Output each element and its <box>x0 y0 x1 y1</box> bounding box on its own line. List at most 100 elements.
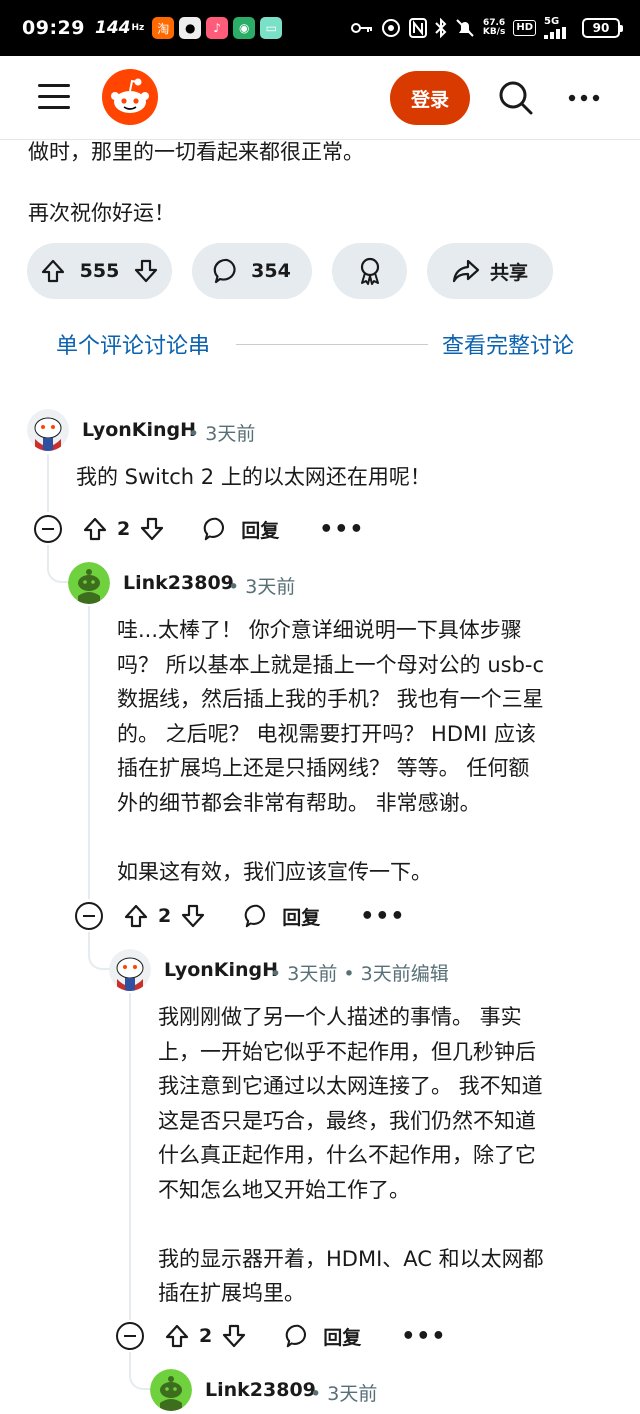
comment-icon <box>244 904 266 928</box>
reddit-logo[interactable] <box>102 69 158 125</box>
login-button[interactable]: 登录 <box>390 71 470 125</box>
notification-icons: 淘 ● ♪ ◉ ▭ <box>152 17 283 39</box>
comment-author[interactable]: LyonKingH <box>164 959 278 981</box>
downvote-icon[interactable] <box>180 903 206 929</box>
share-button[interactable]: 共享 <box>427 243 553 299</box>
comment-author[interactable]: Link23809 <box>123 572 234 594</box>
comment-line: 我刚刚做了另一个人描述的事情。 事实 <box>158 1005 522 1029</box>
comment-meta: • 3天前 <box>310 1383 378 1405</box>
upvote-icon[interactable] <box>123 903 149 929</box>
comment-action-bar: 2 回复 ••• <box>116 1316 446 1356</box>
taobao-icon: 淘 <box>152 17 175 39</box>
snoo-icon <box>111 78 149 113</box>
avatar[interactable] <box>109 949 151 991</box>
award-button[interactable] <box>332 243 407 299</box>
app-header: 登录 <box>0 56 640 140</box>
mute-bell-icon <box>456 19 474 37</box>
comment-vote-count: 2 <box>199 1325 213 1347</box>
comment-body: 我刚刚做了另一个人描述的事情。 事实 上，一开始它似乎不起作用，但几秒钟后 我注… <box>158 1000 544 1311</box>
status-indicators: 67.6 KB/s HD 5G 90 <box>350 17 623 39</box>
reply-button[interactable]: 回复 <box>285 1323 361 1350</box>
comment-line: 什么真正起作用，什么不起作用，除了它 <box>158 1143 536 1167</box>
single-thread-link[interactable]: 单个评论讨论串 <box>56 328 210 360</box>
comment-line: 吗？ 所以基本上就是插上一个母对公的 usb-c <box>117 652 545 677</box>
comment-meta: • 3天前 <box>188 423 256 445</box>
refresh-rate-unit: Hz <box>131 23 145 33</box>
comment-author[interactable]: Link23809 <box>205 1379 316 1401</box>
thread-connector <box>88 932 110 970</box>
comment-line: 上，一开始它似乎不起作用，但几秒钟后 <box>158 1039 536 1064</box>
comment-body: 哇...太棒了！ 你介意详细说明一下具体步骤 吗？ 所以基本上就是插上一个母对公… <box>117 613 544 889</box>
divider <box>236 344 428 345</box>
upvote-icon[interactable] <box>40 258 66 284</box>
downvote-icon[interactable] <box>139 516 165 542</box>
thread-connector <box>47 545 69 583</box>
reply-label: 回复 <box>241 519 280 542</box>
post-body-text: 再次祝你好运！ <box>28 201 175 225</box>
comment-line: 我的显示器开着，HDMI、AC 和以太网都 <box>158 1246 544 1271</box>
downvote-icon[interactable] <box>221 1323 247 1349</box>
network-speed-unit: KB/s <box>482 27 506 37</box>
comment-author[interactable]: LyonKingH <box>82 419 196 441</box>
comment-body: 我的 Switch 2 上的以太网还在用呢！ <box>76 460 431 495</box>
reply-label: 回复 <box>282 906 321 929</box>
avatar[interactable] <box>27 409 69 451</box>
comment-line: 插在扩展坞上还是只插网线？ 等等。 任何额 <box>117 756 530 780</box>
avatar[interactable] <box>150 1369 192 1411</box>
comment-line: 我注意到它通过以太网连接了。 我不知道 <box>158 1074 543 1098</box>
thread-line <box>47 454 49 512</box>
reply-button[interactable]: 回复 <box>203 516 279 543</box>
post-comment-count: 354 <box>251 260 291 282</box>
post-comments-button[interactable]: 354 <box>192 243 312 299</box>
reply-label: 回复 <box>323 1326 362 1349</box>
comment-line: 的。 之后呢？ 电视需要打开吗？ HDMI 应该 <box>117 721 536 746</box>
thread-connector <box>129 1352 151 1390</box>
qq-icon: ● <box>179 17 202 39</box>
comment-vote-count: 2 <box>117 518 131 540</box>
share-icon <box>452 259 480 283</box>
comment-icon <box>285 1324 307 1348</box>
key-icon <box>350 23 372 33</box>
thread-navigation: 单个评论讨论串 查看完整讨论 <box>0 320 640 366</box>
paragraph-break <box>158 1207 544 1242</box>
comment-more-options[interactable]: ••• <box>360 904 405 929</box>
view-full-discussion-link[interactable]: 查看完整讨论 <box>442 328 574 360</box>
upvote-icon[interactable] <box>164 1323 190 1349</box>
award-icon <box>360 257 379 285</box>
battery-indicator: 90 <box>582 18 623 38</box>
comment-more-options[interactable]: ••• <box>319 517 364 542</box>
comment-action-bar: 2 回复 ••• <box>34 509 364 549</box>
reply-button[interactable]: 回复 <box>244 903 320 930</box>
comment-icon <box>213 258 236 284</box>
music-app-icon: ♪ <box>206 17 229 39</box>
collapse-thread-button[interactable] <box>34 515 62 543</box>
downvote-icon[interactable] <box>133 258 159 284</box>
nfc-icon <box>408 18 427 38</box>
comment-line: 插在扩展坞里。 <box>158 1281 305 1305</box>
network-speed: 67.6 KB/s <box>483 19 505 37</box>
more-options-icon[interactable] <box>566 88 602 108</box>
cell-signal: 5G <box>544 17 574 39</box>
upvote-icon[interactable] <box>82 516 108 542</box>
search-icon[interactable] <box>498 80 534 116</box>
comment-line: 我的 Switch 2 上的以太网还在用呢！ <box>76 465 431 489</box>
post-action-bar: 555 354 共享 <box>27 243 553 299</box>
comment-vote: 2 <box>164 1323 247 1349</box>
comment-vote-count: 2 <box>158 905 172 927</box>
comment-meta: • 3天前 <box>228 576 296 598</box>
status-time: 09:29 <box>22 17 85 39</box>
hamburger-menu-icon[interactable] <box>38 84 72 110</box>
comment-line: 外的细节都会非常有帮助。 非常感谢。 <box>117 790 481 815</box>
comment-line: 这是否只是巧合，最终，我们仍然不知道 <box>158 1108 536 1133</box>
network-type: 5G <box>544 16 560 27</box>
comment-more-options[interactable]: ••• <box>401 1324 446 1349</box>
collapse-thread-button[interactable] <box>75 902 103 930</box>
bluetooth-icon <box>435 18 447 38</box>
wechat-icon: ◉ <box>233 17 256 39</box>
post-vote-pill: 555 <box>27 243 172 299</box>
comment-line: 哇...太棒了！ 你介意详细说明一下具体步骤 <box>117 618 522 642</box>
avatar[interactable] <box>68 562 110 604</box>
paragraph-break <box>117 820 544 855</box>
thread-line <box>129 993 131 1320</box>
collapse-thread-button[interactable] <box>116 1322 144 1350</box>
